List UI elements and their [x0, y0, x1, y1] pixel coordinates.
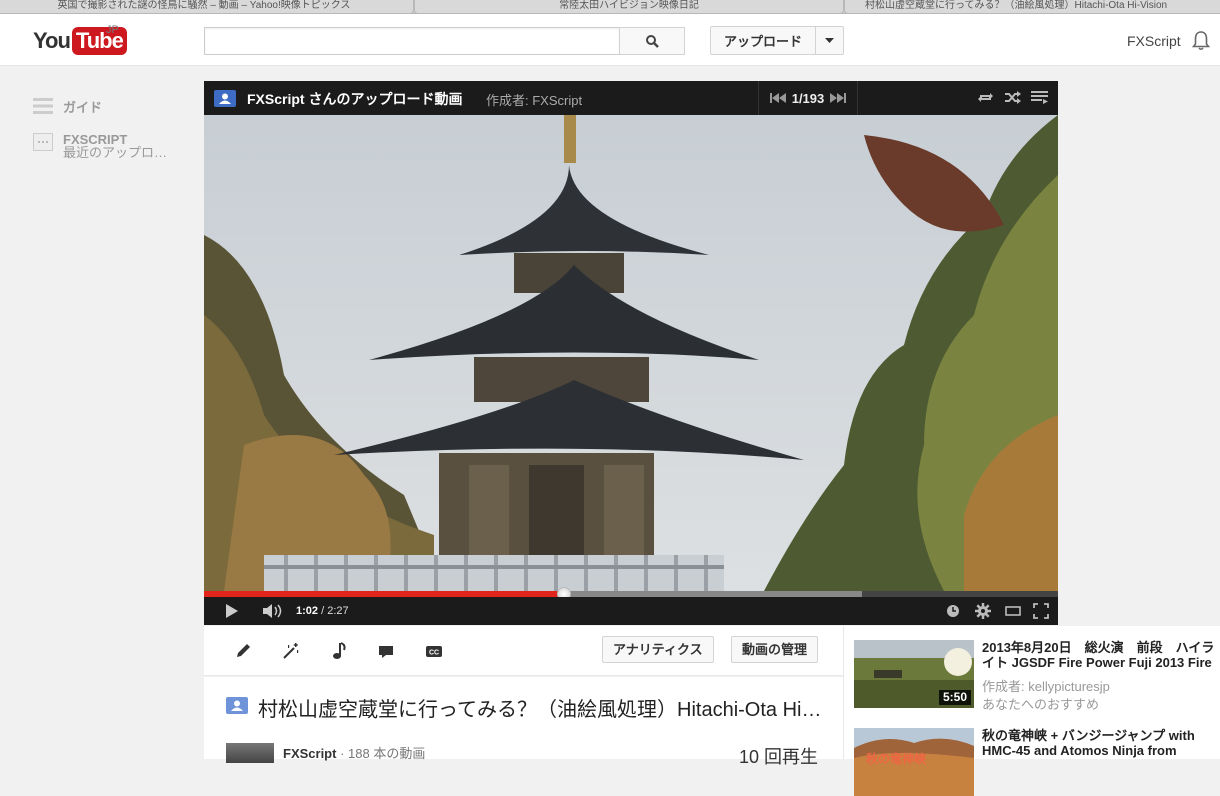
upload-button[interactable]: アップロード — [710, 26, 816, 55]
player-controls: 1:02 / 2:27 — [204, 597, 1058, 625]
related-video-title[interactable]: 2013年8月20日 総火演 前段 ハイラ イト JGSDF Fire Powe… — [982, 640, 1220, 670]
related-video-title-line2: イト JGSDF Fire Power Fuji 2013 Fire — [982, 655, 1212, 670]
volume-icon[interactable] — [262, 603, 284, 619]
edit-pencil-icon[interactable] — [234, 642, 252, 660]
channel-avatar-icon — [33, 133, 53, 151]
related-video-author: 作成者: kellypicturesjp — [982, 679, 1110, 694]
account-name[interactable]: FXScript — [1127, 33, 1181, 49]
owner-action-bar: CC アナリティクス 動画の管理 — [204, 626, 843, 676]
logo-region: JP — [106, 24, 119, 36]
upload-dropdown-button[interactable] — [815, 26, 844, 55]
video-image — [204, 115, 1058, 591]
channel-info: FXScript · 188 本の動画 — [283, 743, 425, 762]
guide-channel-item[interactable]: FXSCRIPT 最近のアップロ… — [33, 133, 167, 159]
play-icon[interactable] — [224, 603, 240, 619]
playlist-user-icon — [226, 697, 248, 714]
playlist-icon — [214, 90, 236, 107]
notifications-bell-icon[interactable] — [1191, 31, 1211, 56]
youtube-logo[interactable]: You Tube JP — [33, 24, 127, 55]
playlist-list-icon[interactable] — [1031, 90, 1048, 105]
current-time: 1:02 — [296, 605, 319, 617]
browser-tab-2[interactable]: 常陸太田ハイビジョン映像日記 — [414, 0, 844, 14]
time-display: 1:02 / 2:27 — [296, 605, 349, 617]
masthead: You Tube JP アップロード FXScript — [0, 14, 1220, 66]
search-icon — [646, 35, 659, 48]
chevron-down-icon — [825, 37, 834, 43]
related-video-item[interactable]: 秋の竜神峡 秋の竜神峡 + バンジージャンプ with HMC-45 and A… — [854, 728, 1220, 796]
duration: / 2:27 — [318, 605, 349, 617]
analytics-button[interactable]: アナリティクス — [602, 636, 714, 663]
guide-label: ガイド — [63, 100, 103, 115]
settings-gear-icon[interactable] — [975, 603, 991, 619]
enhance-wand-icon[interactable] — [282, 642, 300, 660]
repeat-icon[interactable] — [977, 90, 994, 105]
playlist-tools — [977, 90, 1048, 105]
theater-mode-icon[interactable] — [1005, 605, 1021, 617]
playlist-author[interactable]: 作成者: FXScript — [486, 90, 582, 109]
shuffle-icon[interactable] — [1004, 90, 1021, 105]
playlist-bar: FXScript さんのアップロード動画 作成者: FXScript 1/193 — [204, 81, 1058, 115]
playlist-navigation: 1/193 — [758, 81, 858, 115]
related-video-thumbnail[interactable]: 秋の竜神峡 — [854, 728, 974, 796]
next-icon[interactable] — [830, 92, 847, 104]
view-count: 10 回再生 — [739, 747, 819, 767]
browser-tab-strip: 英国で撮影された謎の怪鳥に騒然 – 動画 – Yahoo!映像トピックス 常陸太… — [0, 0, 1220, 14]
related-video-title-line1: 秋の竜神峡 + バンジージャンプ with — [982, 728, 1195, 743]
related-video-title-line1: 2013年8月20日 総火演 前段 ハイラ — [982, 640, 1215, 655]
search-button[interactable] — [619, 27, 685, 55]
guide-item[interactable]: ガイド — [33, 97, 102, 116]
guide-channel-sub: 最近のアップロ… — [63, 145, 168, 160]
logo-you: You — [33, 28, 71, 53]
related-video-reason: あなたへのおすすめ — [982, 697, 1100, 712]
previous-icon[interactable] — [769, 92, 786, 104]
video-duration: 5:50 — [938, 690, 971, 705]
svg-text:CC: CC — [429, 650, 439, 657]
playlist-position: 1/193 — [791, 90, 825, 106]
related-video-title[interactable]: 秋の竜神峡 + バンジージャンプ with HMC-45 and Atomos … — [982, 728, 1220, 758]
fullscreen-icon[interactable] — [1033, 603, 1049, 619]
channel-avatar[interactable] — [226, 743, 274, 763]
browser-tab-1[interactable]: 英国で撮影された謎の怪鳥に騒然 – 動画 – Yahoo!映像トピックス — [0, 0, 414, 14]
video-title: 村松山虚空蔵堂に行ってみる？（油絵風処理）Hitachi-Ota Hi-Visi… — [258, 699, 824, 721]
audio-note-icon[interactable] — [331, 642, 347, 660]
search-input[interactable] — [204, 27, 620, 55]
annotations-speech-icon[interactable] — [378, 642, 394, 660]
watch-later-icon[interactable] — [946, 604, 960, 618]
captions-cc-icon[interactable]: CC — [425, 642, 443, 660]
related-video-item[interactable]: 5:50 2013年8月20日 総火演 前段 ハイラ イト JGSDF Fire… — [854, 640, 1220, 720]
guide-menu-icon — [33, 98, 53, 114]
related-videos-sidebar: 5:50 2013年8月20日 総火演 前段 ハイラ イト JGSDF Fire… — [843, 626, 1220, 796]
video-info-panel: 村松山虚空蔵堂に行ってみる？（油絵風処理）Hitachi-Ota Hi-Visi… — [204, 677, 843, 767]
video-manager-button[interactable]: 動画の管理 — [731, 636, 819, 663]
playlist-title[interactable]: FXScript さんのアップロード動画 — [247, 89, 462, 109]
related-video-title-line2: HMC-45 and Atomos Ninja from — [982, 743, 1177, 758]
video-frame[interactable] — [204, 115, 1058, 591]
browser-tab-3[interactable]: 村松山虚空蔵堂に行ってみる？（油絵風処理）Hitachi-Ota Hi-Visi… — [844, 0, 1220, 14]
related-video-thumbnail[interactable]: 5:50 — [854, 640, 974, 708]
